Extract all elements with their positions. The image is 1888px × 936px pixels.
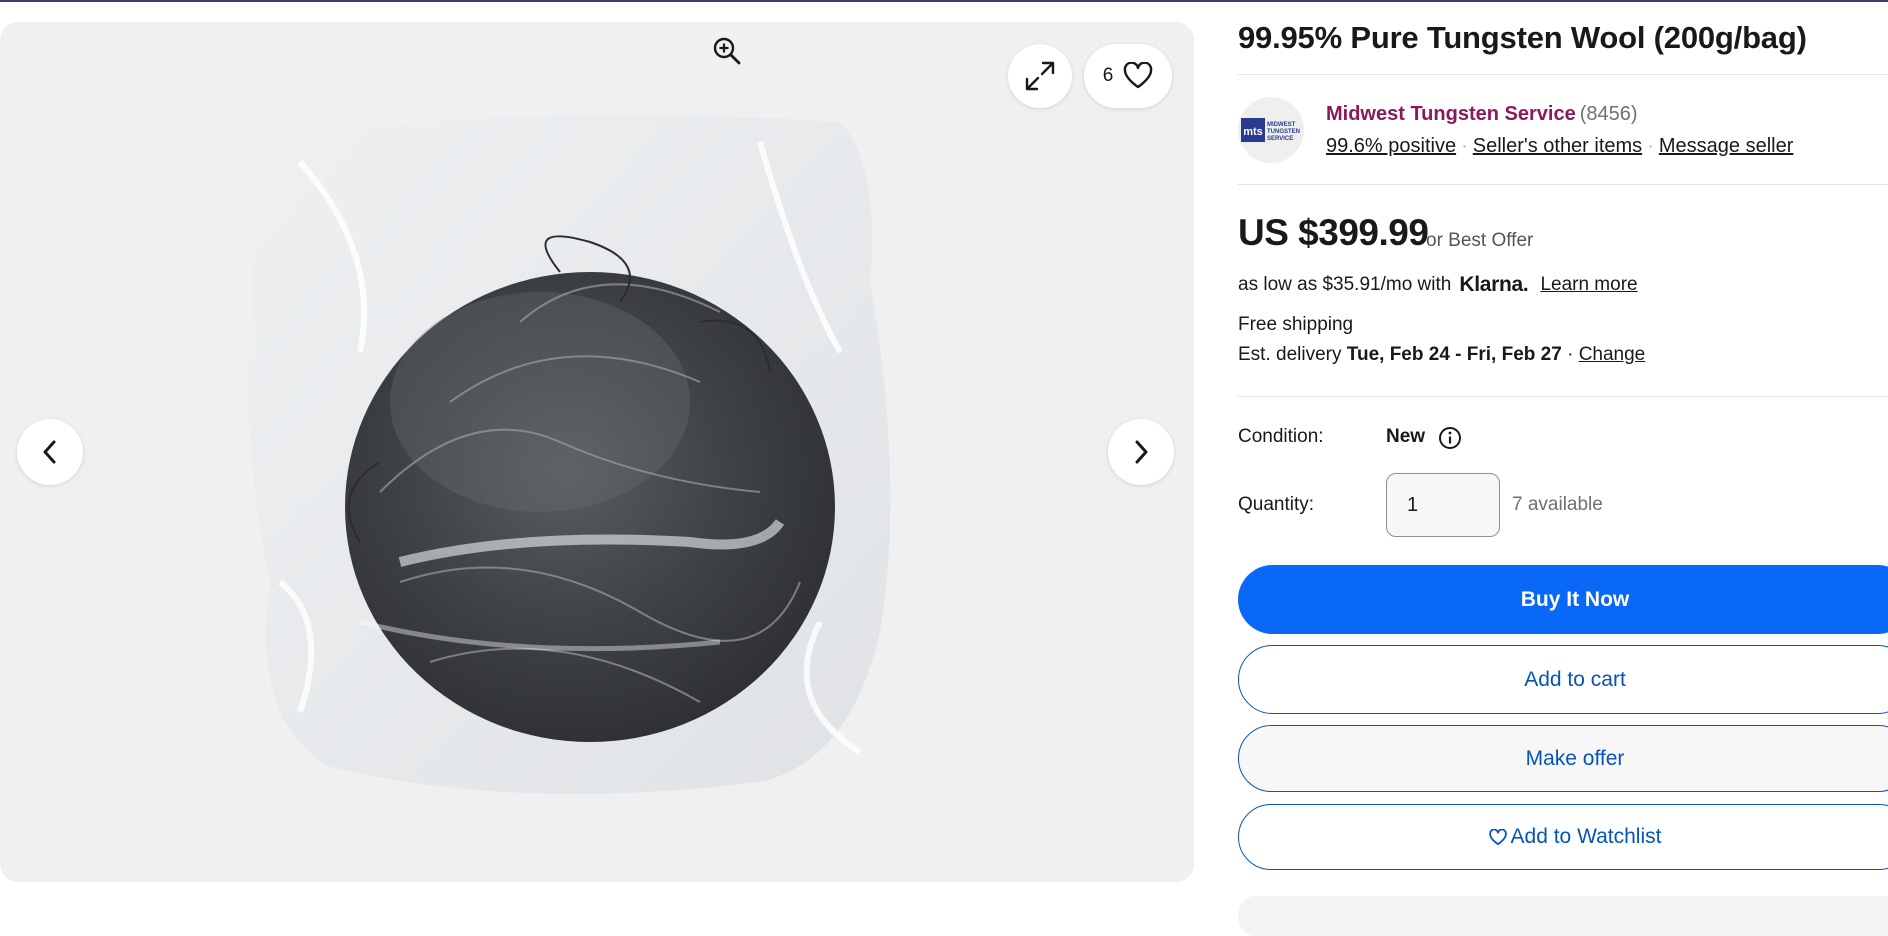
expand-icon bbox=[1025, 61, 1055, 91]
buy-it-now-label: Buy It Now bbox=[1520, 587, 1630, 611]
separator: · bbox=[1647, 135, 1654, 157]
image-gallery[interactable]: 6 bbox=[0, 22, 1194, 882]
est-delivery-label: Est. delivery bbox=[1238, 344, 1342, 365]
learn-more-link[interactable]: Learn more bbox=[1540, 274, 1637, 296]
next-image-button[interactable] bbox=[1108, 419, 1174, 485]
previous-image-button[interactable] bbox=[17, 419, 83, 485]
financing-line: as low as $35.91/mo with Klarna. Learn m… bbox=[1238, 273, 1638, 297]
product-image[interactable] bbox=[0, 22, 1194, 882]
klarna-logo: Klarna. bbox=[1459, 273, 1529, 296]
seller-feedback-count: (8456) bbox=[1579, 103, 1638, 125]
free-shipping: Free shipping bbox=[1238, 314, 1354, 335]
svg-text:SERVICE: SERVICE bbox=[1267, 136, 1293, 142]
info-icon[interactable] bbox=[1438, 426, 1462, 450]
quantity-label: Quantity: bbox=[1238, 494, 1315, 515]
add-to-cart-button[interactable]: Add to cart bbox=[1238, 645, 1888, 714]
divider bbox=[1238, 74, 1888, 75]
quantity-available: 7 available bbox=[1512, 494, 1603, 515]
svg-text:TUNGSTEN: TUNGSTEN bbox=[1267, 129, 1300, 135]
watch-count-button[interactable]: 6 bbox=[1084, 44, 1172, 108]
best-offer-note: or Best Offer bbox=[1426, 230, 1534, 251]
buy-it-now-button[interactable]: Buy It Now bbox=[1238, 565, 1888, 634]
watch-count: 6 bbox=[1102, 65, 1114, 86]
svg-text:MIDWEST: MIDWEST bbox=[1267, 122, 1296, 128]
seller-logo-image: mts MIDWEST TUNGSTEN SERVICE bbox=[1241, 118, 1300, 142]
quantity-input[interactable] bbox=[1386, 473, 1500, 537]
seller-links: 99.6% positive · Seller's other items · Mess… bbox=[1326, 135, 1793, 158]
seller-info: Midwest Tungsten Service (8456) bbox=[1326, 103, 1638, 126]
separator: · bbox=[1567, 344, 1574, 365]
price: US $399.99 bbox=[1238, 212, 1429, 253]
seller-other-items-link[interactable]: Seller's other items bbox=[1473, 135, 1642, 157]
bottom-panel bbox=[1238, 896, 1888, 936]
condition-label: Condition: bbox=[1238, 426, 1324, 447]
seller-name-link[interactable]: Midwest Tungsten Service bbox=[1326, 103, 1576, 125]
positive-feedback-link[interactable]: 99.6% positive bbox=[1326, 135, 1456, 157]
separator: · bbox=[1461, 135, 1468, 157]
add-to-watchlist-label: Add to Watchlist bbox=[1510, 825, 1662, 848]
zoom-in-icon[interactable] bbox=[712, 36, 742, 66]
make-offer-label: Make offer bbox=[1525, 746, 1625, 770]
top-border bbox=[0, 0, 1888, 2]
est-delivery-dates: Tue, Feb 24 - Fri, Feb 27 bbox=[1346, 344, 1562, 365]
financing-text: as low as $35.91/mo with bbox=[1238, 274, 1452, 295]
page-title: 99.95% Pure Tungsten Wool (200g/bag) bbox=[1238, 20, 1807, 55]
divider bbox=[1238, 396, 1888, 397]
make-offer-button[interactable]: Make offer bbox=[1238, 725, 1888, 792]
chevron-left-icon bbox=[43, 440, 56, 464]
condition-value: New bbox=[1386, 426, 1426, 447]
change-delivery-link[interactable]: Change bbox=[1579, 344, 1646, 365]
add-to-watchlist-button[interactable]: Add to Watchlist bbox=[1238, 804, 1888, 870]
seller-logo[interactable]: mts MIDWEST TUNGSTEN SERVICE bbox=[1238, 97, 1304, 163]
estimated-delivery: Est. delivery Tue, Feb 24 - Fri, Feb 27 … bbox=[1238, 344, 1645, 366]
add-to-cart-label: Add to cart bbox=[1524, 667, 1626, 691]
message-seller-link[interactable]: Message seller bbox=[1659, 135, 1794, 157]
divider bbox=[1238, 184, 1888, 185]
expand-button[interactable] bbox=[1008, 44, 1072, 108]
chevron-right-icon bbox=[1135, 440, 1148, 464]
heart-icon bbox=[1124, 62, 1153, 89]
svg-text:mts: mts bbox=[1243, 126, 1263, 138]
heart-icon bbox=[1488, 828, 1507, 845]
